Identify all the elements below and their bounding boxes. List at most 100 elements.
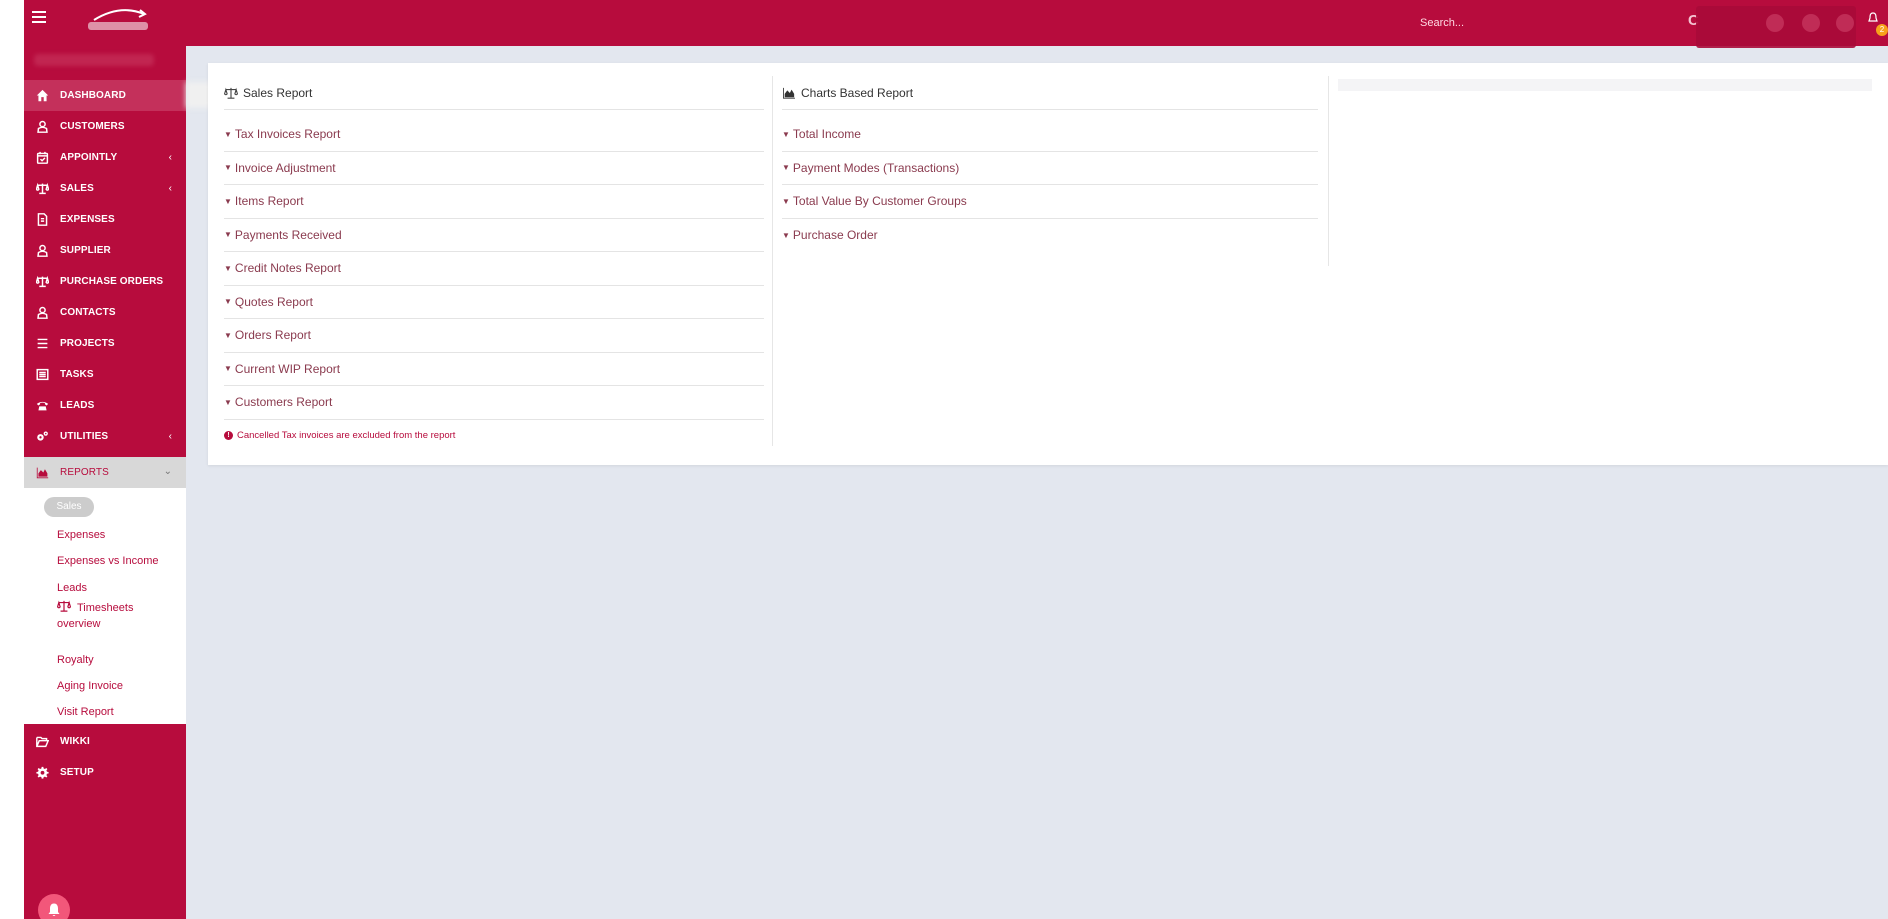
report-link-invoice-adjustment[interactable]: ▼ Invoice Adjustment — [224, 152, 764, 185]
sidebar-item-appointly[interactable]: APPOINTLY ‹ — [24, 142, 186, 173]
sidebar-item-label: DASHBOARD — [60, 90, 126, 101]
report-link-label: Current WIP Report — [234, 361, 341, 376]
report-link-items[interactable]: ▼ Items Report — [224, 185, 764, 219]
tasks-icon — [24, 368, 60, 381]
caret-down-icon: ▼ — [224, 364, 232, 374]
bell-icon — [48, 903, 60, 916]
section-heading: Charts Based Report — [782, 76, 1318, 110]
menu-toggle-icon[interactable] — [32, 11, 46, 25]
calendar-check-icon — [24, 151, 60, 164]
chevron-left-icon: ‹ — [168, 183, 172, 194]
sidebar-item-tasks[interactable]: TASKS — [24, 359, 186, 390]
home-icon — [24, 89, 60, 102]
sidebar-item-label: PURCHASE ORDERS — [60, 276, 164, 287]
exclamation-circle-icon: ! — [224, 430, 233, 440]
top-header: C 2 — [24, 0, 1888, 48]
sidebar-item-label: SALES — [60, 183, 94, 194]
report-note: ! Cancelled Tax invoices are excluded fr… — [224, 430, 764, 441]
balance-scale-icon — [56, 600, 72, 612]
balance-scale-icon — [224, 87, 238, 99]
reports-panel: Sales Report ▼ Tax Invoices Report ▼ Invoi… — [208, 63, 1888, 465]
company-logo[interactable] — [72, 6, 172, 36]
report-link-payment-modes[interactable]: ▼ Payment Modes (Transactions) — [782, 152, 1318, 185]
section-title: Sales Report — [243, 85, 313, 100]
sidebar-item-supplier[interactable]: SUPPLIER — [24, 235, 186, 266]
column-divider — [772, 76, 773, 446]
caret-down-icon: ▼ — [224, 263, 232, 273]
report-link-quotes[interactable]: ▼ Quotes Report — [224, 286, 764, 319]
report-link-customers[interactable]: ▼ Customers Report — [224, 386, 764, 420]
area-chart-icon — [24, 466, 60, 479]
sidebar-item-label: CUSTOMERS — [60, 121, 125, 132]
report-note-text: Cancelled Tax invoices are excluded from… — [237, 429, 456, 441]
report-link-label: Orders Report — [234, 328, 311, 343]
report-link-label: Quotes Report — [234, 294, 313, 309]
report-link-label: Credit Notes Report — [234, 261, 341, 276]
report-content-area — [1338, 79, 1872, 91]
notification-bell-button[interactable] — [38, 894, 70, 919]
sidebar-item-reports[interactable]: REPORTS ⌄ — [24, 457, 186, 488]
sidebar-item-setup[interactable]: SETUP — [24, 757, 186, 788]
submenu-item-visit-report[interactable]: Visit Report — [57, 704, 114, 720]
sidebar-item-label: SETUP — [60, 767, 94, 778]
section-title: Charts Based Report — [801, 85, 914, 100]
report-link-tax-invoices[interactable]: ▼ Tax Invoices Report — [224, 118, 764, 152]
charts-report-section: Charts Based Report ▼ Total Income ▼ Payme… — [782, 76, 1318, 252]
caret-down-icon: ▼ — [224, 330, 232, 340]
report-link-label: Customers Report — [234, 395, 333, 410]
submenu-item-royalty[interactable]: Royalty — [57, 652, 94, 668]
search-input[interactable] — [1420, 12, 1600, 34]
phone-icon — [24, 399, 60, 412]
sidebar: DASHBOARD CUSTOMERS APPOINTLY ‹ SALES ‹ … — [24, 46, 216, 919]
sidebar-item-label: UTILITIES — [60, 431, 109, 442]
header-action-icon[interactable] — [1836, 14, 1854, 32]
report-link-customer-groups[interactable]: ▼ Total Value By Customer Groups — [782, 185, 1318, 219]
balance-scale-icon — [24, 182, 60, 195]
sidebar-item-leads[interactable]: LEADS — [24, 390, 186, 421]
sales-report-section: Sales Report ▼ Tax Invoices Report ▼ Invoi… — [224, 76, 764, 441]
notification-icon[interactable] — [1868, 12, 1878, 27]
sidebar-item-wikki[interactable]: WIKKI — [24, 726, 186, 757]
caret-down-icon: ▼ — [224, 163, 232, 173]
submenu-item-expenses[interactable]: Expenses — [57, 527, 105, 543]
sidebar-item-label: WIKKI — [60, 736, 90, 747]
sidebar-item-label: EXPENSES — [60, 214, 115, 225]
report-link-purchase-order[interactable]: ▼ Purchase Order — [782, 219, 1318, 253]
sidebar-item-contacts[interactable]: CONTACTS — [24, 297, 186, 328]
report-link-label: Invoice Adjustment — [234, 160, 336, 175]
balance-scale-icon — [24, 275, 60, 288]
report-link-orders[interactable]: ▼ Orders Report — [224, 319, 764, 353]
caret-down-icon: ▼ — [782, 129, 790, 139]
report-link-total-income[interactable]: ▼ Total Income — [782, 118, 1318, 152]
report-link-current-wip[interactable]: ▼ Current WIP Report — [224, 353, 764, 386]
report-link-label: Total Value By Customer Groups — [792, 194, 967, 209]
sidebar-item-label: REPORTS — [60, 467, 109, 478]
user-avatar[interactable] — [1766, 14, 1784, 32]
sidebar-item-dashboard[interactable]: DASHBOARD — [24, 80, 186, 111]
submenu-item-sales[interactable]: Sales — [44, 497, 94, 517]
caret-down-icon: ▼ — [224, 297, 232, 307]
sidebar-item-customers[interactable]: CUSTOMERS — [24, 111, 186, 142]
sidebar-item-sales[interactable]: SALES ‹ — [24, 173, 186, 204]
submenu-item-expenses-vs-income[interactable]: Expenses vs Income — [57, 553, 159, 569]
report-link-label: Tax Invoices Report — [234, 127, 341, 142]
caret-down-icon: ▼ — [224, 397, 232, 407]
cogs-icon — [24, 430, 60, 443]
chevron-down-icon: ⌄ — [163, 466, 172, 477]
sidebar-item-expenses[interactable]: EXPENSES — [24, 204, 186, 235]
sidebar-item-label: CONTACTS — [60, 307, 116, 318]
report-link-credit-notes[interactable]: ▼ Credit Notes Report — [224, 252, 764, 286]
report-link-payments-received[interactable]: ▼ Payments Received — [224, 219, 764, 252]
sidebar-user[interactable] — [24, 46, 186, 76]
submenu-item-timesheets-overview[interactable]: Timesheets overview — [56, 600, 157, 632]
header-action-icon[interactable] — [1802, 14, 1820, 32]
column-divider — [1328, 76, 1329, 266]
sidebar-item-label: TASKS — [60, 369, 94, 380]
submenu-item-aging-invoice[interactable]: Aging Invoice — [57, 678, 123, 694]
sidebar-item-purchase-orders[interactable]: PURCHASE ORDERS — [24, 266, 186, 297]
sidebar-item-utilities[interactable]: UTILITIES ‹ — [24, 421, 186, 452]
gear-icon — [24, 766, 60, 779]
caret-down-icon: ▼ — [782, 230, 790, 240]
submenu-item-leads[interactable]: Leads — [57, 580, 87, 596]
sidebar-item-projects[interactable]: PROJECTS — [24, 328, 186, 359]
